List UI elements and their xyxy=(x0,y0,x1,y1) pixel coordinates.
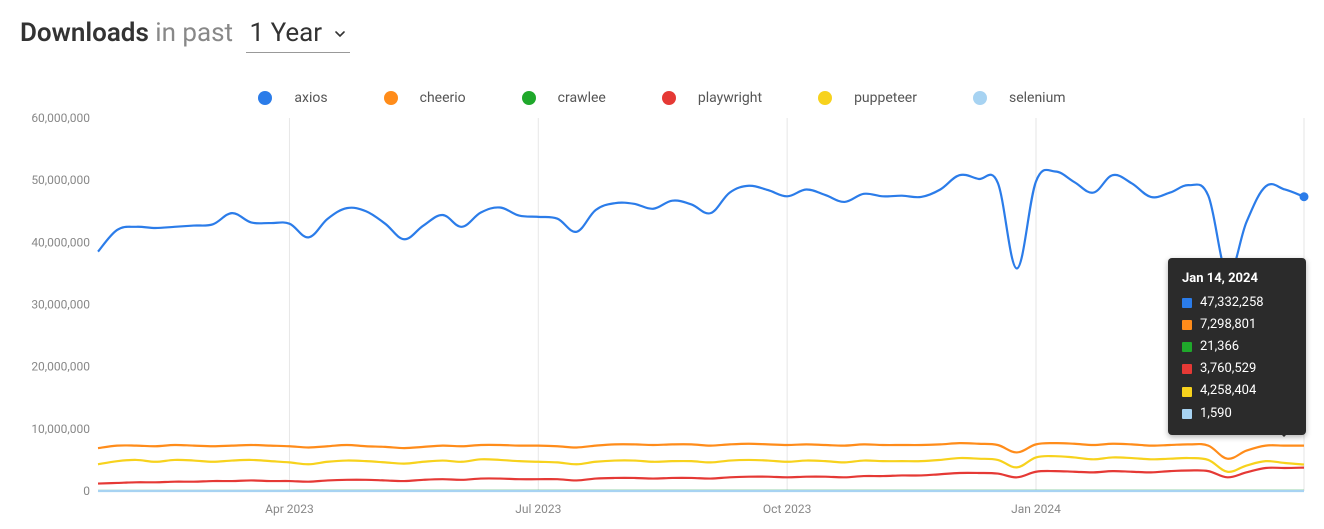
chart-legend: axios cheerio crawlee playwright puppeteer se… xyxy=(0,90,1324,109)
legend-dot-icon xyxy=(258,91,272,105)
y-tick-label: 60,000,000 xyxy=(31,111,90,125)
y-tick-label: 40,000,000 xyxy=(31,235,90,249)
series-cheerio xyxy=(98,443,1304,459)
tooltip-value: 21,366 xyxy=(1200,336,1239,358)
tooltip-row: 3,760,529 xyxy=(1182,358,1292,380)
legend-label: playwright xyxy=(698,90,762,106)
tooltip-series-icon xyxy=(1182,298,1192,308)
tooltip-row: 4,258,404 xyxy=(1182,380,1292,402)
time-range-value: 1 Year xyxy=(250,18,323,48)
y-tick-label: 10,000,000 xyxy=(31,422,90,436)
legend-dot-icon xyxy=(973,91,987,105)
legend-dot-icon xyxy=(522,91,536,105)
legend-item-playwright[interactable]: playwright xyxy=(648,90,776,106)
legend-label: cheerio xyxy=(420,90,466,106)
legend-dot-icon xyxy=(818,91,832,105)
tooltip-row: 7,298,801 xyxy=(1182,314,1292,336)
series-playwright xyxy=(98,468,1304,484)
tooltip-series-icon xyxy=(1182,387,1192,397)
x-tick-label: Apr 2023 xyxy=(265,502,314,516)
tooltip-series-icon xyxy=(1182,409,1192,419)
legend-label: axios xyxy=(294,90,327,106)
x-tick-label: Oct 2023 xyxy=(763,502,811,516)
tooltip-series-icon xyxy=(1182,364,1192,374)
tooltip-row: 21,366 xyxy=(1182,336,1292,358)
legend-label: puppeteer xyxy=(854,90,917,106)
y-tick-label: 20,000,000 xyxy=(31,360,90,374)
chart-title: Downloads in past 1 Year xyxy=(20,18,350,53)
legend-label: crawlee xyxy=(558,90,606,106)
legend-item-axios[interactable]: axios xyxy=(244,90,341,106)
legend-item-selenium[interactable]: selenium xyxy=(959,90,1080,106)
downloads-line-chart[interactable]: 0 10,000,000 20,000,000 30,000,000 40,000,00… xyxy=(20,110,1314,519)
legend-item-crawlee[interactable]: crawlee xyxy=(508,90,620,106)
series-puppeteer xyxy=(98,456,1304,472)
tooltip-value: 47,332,258 xyxy=(1200,292,1264,314)
y-tick-label: 0 xyxy=(83,484,90,498)
chevron-down-icon xyxy=(334,28,346,40)
tooltip-value: 7,298,801 xyxy=(1200,314,1256,336)
tooltip-row: 47,332,258 xyxy=(1182,292,1292,314)
legend-dot-icon xyxy=(384,91,398,105)
chart-tooltip: Jan 14, 2024 47,332,2587,298,80121,3663,… xyxy=(1168,258,1306,435)
tooltip-value: 4,258,404 xyxy=(1200,380,1256,402)
tooltip-series-icon xyxy=(1182,320,1192,330)
legend-dot-icon xyxy=(662,91,676,105)
series-axios xyxy=(98,170,1304,275)
tooltip-value: 1,590 xyxy=(1200,403,1232,425)
legend-item-puppeteer[interactable]: puppeteer xyxy=(804,90,931,106)
y-tick-label: 30,000,000 xyxy=(31,298,90,312)
legend-item-cheerio[interactable]: cheerio xyxy=(370,90,480,106)
y-tick-label: 50,000,000 xyxy=(31,173,90,187)
series-end-dot xyxy=(1300,192,1309,201)
time-range-select[interactable]: 1 Year xyxy=(246,18,351,53)
title-in-past: in past xyxy=(155,18,233,48)
x-tick-label: Jul 2023 xyxy=(515,502,561,516)
tooltip-series-icon xyxy=(1182,342,1192,352)
tooltip-row: 1,590 xyxy=(1182,403,1292,425)
x-tick-label: Jan 2024 xyxy=(1011,502,1061,516)
title-downloads: Downloads xyxy=(20,18,149,48)
tooltip-value: 3,760,529 xyxy=(1200,358,1256,380)
legend-label: selenium xyxy=(1009,90,1066,106)
tooltip-date: Jan 14, 2024 xyxy=(1182,268,1292,290)
